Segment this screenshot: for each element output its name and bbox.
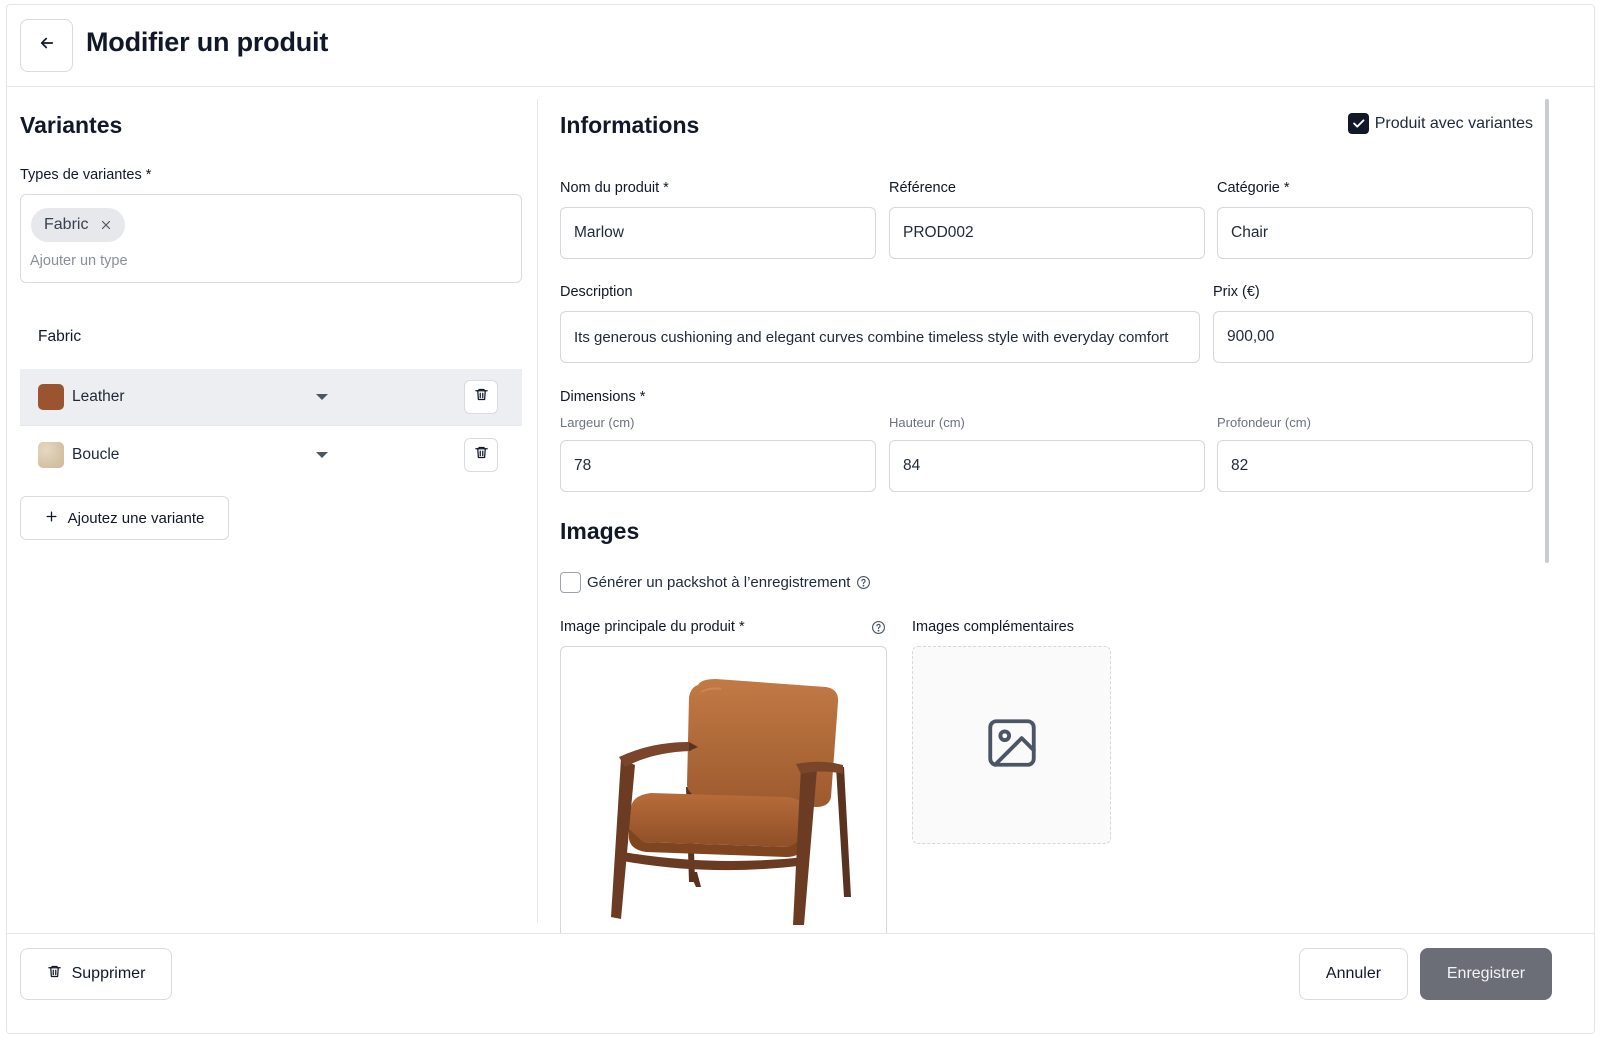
trash-icon (47, 964, 62, 984)
width-label: Largeur (cm) (560, 415, 635, 430)
chevron-down-icon[interactable] (316, 394, 328, 400)
header: Modifier un produit (7, 5, 1594, 87)
dimensions-label: Dimensions * (560, 389, 646, 405)
images-title: Images (560, 518, 640, 544)
info-panel: Informations Produit avec variantes Nom … (560, 99, 1533, 936)
help-icon[interactable] (871, 620, 886, 635)
with-variants-toggle[interactable]: Produit avec variantes (1347, 113, 1533, 134)
variants-panel: Variantes Types de variantes * Fabric Aj… (20, 99, 522, 559)
chip-label: Fabric (44, 216, 89, 233)
cancel-button[interactable]: Annuler (1299, 948, 1408, 1000)
depth-label: Profondeur (cm) (1217, 415, 1311, 430)
swatch-leather (38, 384, 64, 410)
delete-product-button[interactable]: Supprimer (20, 948, 172, 1000)
armchair-image (611, 679, 851, 925)
depth-input[interactable]: 82 (1217, 440, 1533, 492)
height-input[interactable]: 84 (889, 440, 1205, 492)
image-placeholder-icon (983, 714, 1041, 777)
description-label: Description (560, 284, 633, 300)
width-input[interactable]: 78 (560, 440, 876, 492)
trash-icon (474, 387, 489, 407)
category-label: Catégorie * (1217, 180, 1290, 196)
add-variant-button[interactable]: Ajoutez une variante (20, 496, 229, 540)
delete-variant-button[interactable] (464, 437, 498, 472)
height-label: Hauteur (cm) (889, 415, 965, 430)
reference-input[interactable]: PROD002 (889, 207, 1205, 259)
remove-chip-icon[interactable] (99, 218, 113, 232)
arrow-left-icon (38, 34, 56, 57)
chevron-down-icon[interactable] (316, 451, 328, 458)
variant-option-label: Leather (72, 388, 125, 405)
variant-types-label: Types de variantes * (20, 167, 152, 183)
save-button[interactable]: Enregistrer (1420, 948, 1552, 1000)
description-input[interactable]: Its generous cushioning and elegant curv… (560, 311, 1200, 363)
reference-label: Référence (889, 180, 956, 196)
edit-product-dialog: Modifier un produit Variantes Types de v… (6, 4, 1595, 1034)
delete-label: Supprimer (71, 965, 146, 982)
variant-type-chip: Fabric (31, 208, 125, 242)
footer: Supprimer Annuler Enregistrer (7, 933, 1594, 1033)
variant-option-label: Boucle (72, 445, 120, 463)
extra-images-label: Images complémentaires (912, 619, 1074, 635)
product-name-input[interactable]: Marlow (560, 207, 876, 259)
packshot-label: Générer un packshot à l’enregistrement (587, 574, 851, 591)
add-variant-label: Ajoutez une variante (67, 509, 205, 527)
back-button[interactable] (20, 19, 73, 72)
delete-variant-button[interactable] (464, 380, 498, 414)
main-image-label: Image principale du produit * (560, 619, 745, 635)
variants-title: Variantes (20, 112, 123, 138)
price-input[interactable]: 900,00 (1213, 311, 1533, 363)
add-type-placeholder[interactable]: Ajouter un type (30, 253, 128, 269)
variant-group-title: Fabric (38, 328, 82, 345)
with-variants-checkbox[interactable] (1347, 113, 1369, 134)
main-product-image[interactable] (560, 646, 887, 936)
price-label: Prix (€) (1213, 284, 1260, 300)
info-title: Informations (560, 112, 700, 138)
help-icon[interactable] (856, 575, 871, 590)
product-name-label: Nom du produit * (560, 180, 669, 196)
packshot-checkbox[interactable] (560, 572, 581, 593)
variant-option-row[interactable]: Leather (20, 369, 522, 426)
column-divider (537, 99, 538, 923)
category-input[interactable]: Chair (1217, 207, 1533, 259)
extra-images-dropzone[interactable] (912, 646, 1111, 844)
trash-icon (474, 445, 489, 465)
page-title: Modifier un produit (86, 27, 329, 57)
variant-types-input[interactable]: Fabric Ajouter un type (20, 194, 522, 283)
packshot-option[interactable]: Générer un packshot à l’enregistrement (560, 572, 871, 593)
scrollbar[interactable] (1545, 99, 1549, 563)
variant-option-row[interactable]: Boucle (20, 426, 522, 483)
with-variants-label: Produit avec variantes (1374, 114, 1533, 132)
plus-icon (45, 510, 58, 527)
swatch-boucle (38, 441, 64, 468)
